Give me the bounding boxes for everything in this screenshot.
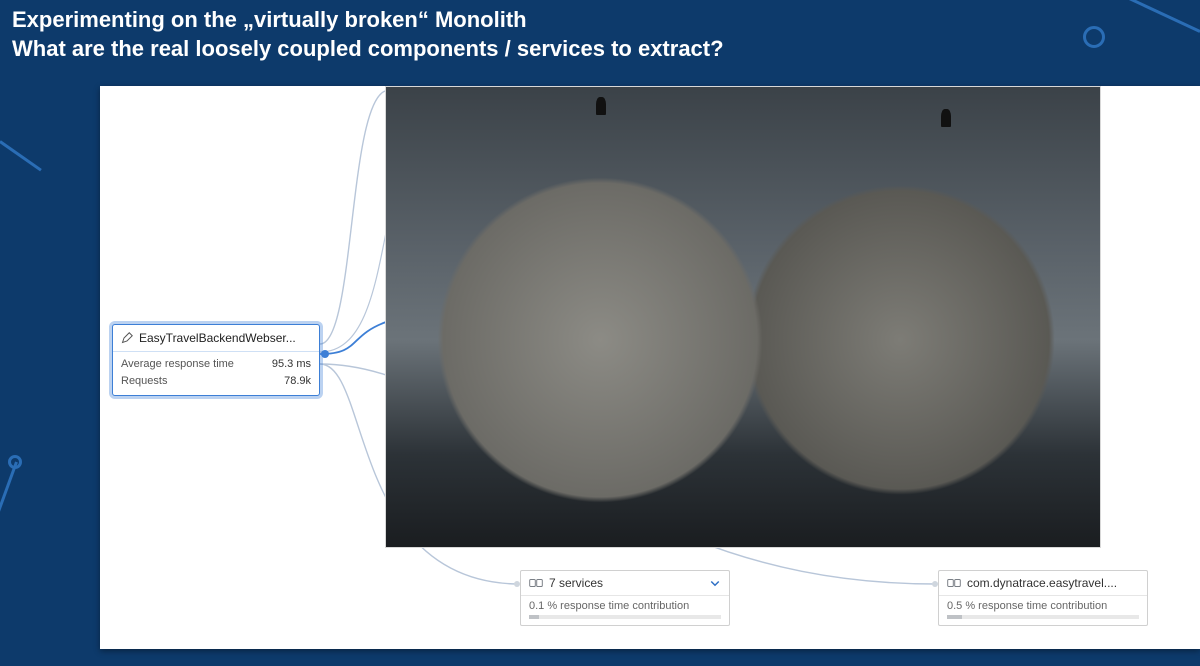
contribution-bar bbox=[529, 615, 721, 619]
service-node-header: EasyTravelBackendWebser... bbox=[113, 325, 319, 352]
downstream-label: 7 services bbox=[549, 576, 703, 590]
downstream-body: 0.5 % response time contribution bbox=[939, 596, 1147, 625]
service-node-backend-webservice[interactable]: EasyTravelBackendWebser... Average respo… bbox=[112, 324, 320, 396]
pencil-icon bbox=[121, 332, 133, 344]
avg-response-value: 95.3 ms bbox=[272, 356, 311, 373]
contribution-label: 0.5 % response time contribution bbox=[947, 600, 1139, 612]
downstream-card-easytravel[interactable]: com.dynatrace.easytravel.... 0.5 % respo… bbox=[938, 570, 1148, 626]
contribution-label: 0.1 % response time contribution bbox=[529, 600, 721, 612]
requests-value: 78.9k bbox=[284, 373, 311, 390]
downstream-label: com.dynatrace.easytravel.... bbox=[967, 576, 1139, 590]
slide-title-line2: What are the real loosely coupled compon… bbox=[12, 35, 1180, 64]
service-node-body: Average response time 95.3 ms Requests 7… bbox=[113, 352, 319, 395]
split-rock-photo bbox=[385, 86, 1101, 548]
contribution-bar bbox=[947, 615, 1139, 619]
requests-label: Requests bbox=[121, 373, 167, 390]
service-node-title: EasyTravelBackendWebser... bbox=[139, 331, 296, 345]
slide-title-line1: Experimenting on the „virtually broken“ … bbox=[12, 6, 1180, 35]
downstream-header: com.dynatrace.easytravel.... bbox=[939, 571, 1147, 596]
chevron-down-icon[interactable] bbox=[709, 577, 721, 589]
downstream-header: 7 services bbox=[521, 571, 729, 596]
downstream-body: 0.1 % response time contribution bbox=[521, 596, 729, 625]
service-flow-panel: EasyTravelBackendWebser... Average respo… bbox=[100, 86, 1200, 649]
slide-title: Experimenting on the „virtually broken“ … bbox=[12, 6, 1180, 63]
avg-response-label: Average response time bbox=[121, 356, 234, 373]
downstream-card-7-services[interactable]: 7 services 0.1 % response time contribut… bbox=[520, 570, 730, 626]
services-group-icon bbox=[947, 577, 961, 589]
services-group-icon bbox=[529, 577, 543, 589]
